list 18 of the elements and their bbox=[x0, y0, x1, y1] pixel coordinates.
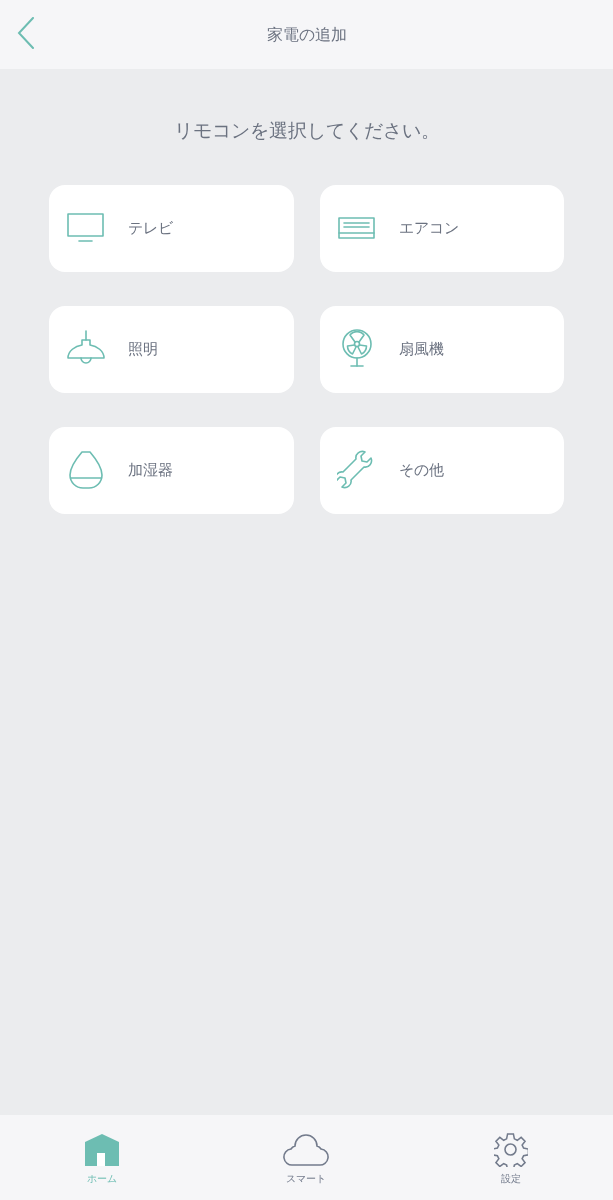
air-conditioner-icon bbox=[337, 216, 376, 240]
settings-icon bbox=[493, 1133, 528, 1167]
device-card[interactable]: テレビ bbox=[49, 184, 294, 272]
device-card[interactable]: その他 bbox=[319, 426, 564, 514]
tv-icon bbox=[67, 212, 105, 244]
tab-item[interactable]: スマート bbox=[266, 1133, 347, 1186]
fan-icon bbox=[339, 329, 374, 369]
device-card[interactable]: 扇風機 bbox=[319, 305, 564, 393]
drop-icon bbox=[69, 450, 103, 490]
device-card[interactable]: 照明 bbox=[49, 305, 294, 393]
cloud-icon bbox=[283, 1133, 330, 1167]
device-card[interactable]: エアコン bbox=[319, 184, 564, 272]
device-card[interactable]: 加湿器 bbox=[49, 426, 294, 514]
back-icon bbox=[17, 17, 35, 49]
instruction-text: リモコンを選択してください。 bbox=[173, 118, 440, 143]
house-icon bbox=[85, 1133, 120, 1167]
tab-item[interactable]: 設定 bbox=[470, 1133, 551, 1186]
page-title: 家電の追加 bbox=[266, 23, 347, 46]
